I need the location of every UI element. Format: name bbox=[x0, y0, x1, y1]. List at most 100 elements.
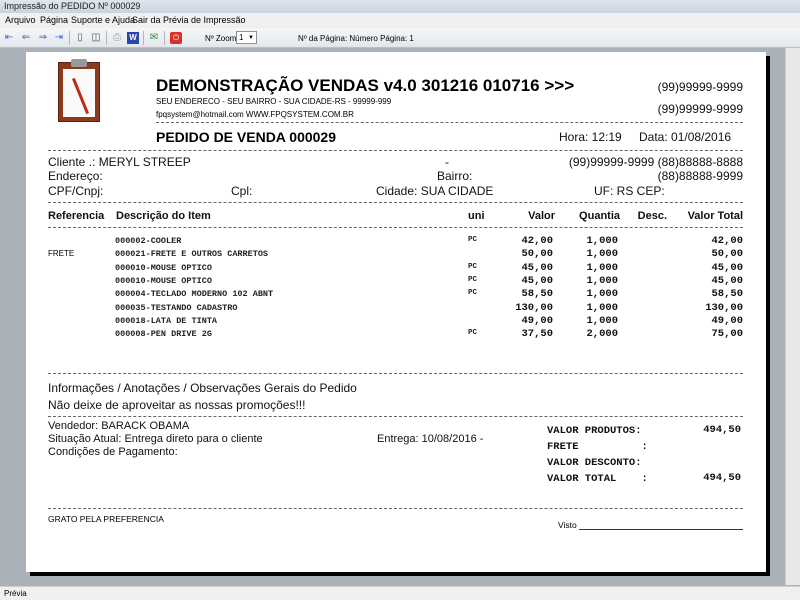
row-ref: FRETE bbox=[48, 249, 75, 259]
row-desc: 000010-MOUSE OPTICO bbox=[115, 262, 212, 273]
total-value: 494,50 bbox=[703, 424, 741, 436]
row-uni: PC bbox=[468, 262, 478, 271]
company-name: DEMONSTRAÇÃO VENDAS v4.0 301216 010716 >… bbox=[156, 76, 575, 95]
company-address: SEU ENDERECO - SEU BAIRRO - SUA CIDADE-R… bbox=[156, 97, 392, 106]
client-dash: - bbox=[445, 155, 449, 169]
row-total: 42,00 bbox=[711, 235, 743, 247]
company-contact: fpqsystem@hotmail.com WWW.FPQSYSTEM.COM.… bbox=[156, 110, 354, 119]
toolbar: ⇤ ⇐ ⇒ ⇥ ▯ ◫ ⎙ W ✉ ⏻ Nº Zoom 1 ▼ Nº da Pág… bbox=[0, 28, 800, 48]
row-total: 130,00 bbox=[705, 301, 743, 314]
total-label: VALOR TOTAL : bbox=[547, 473, 648, 485]
client-cpl: Cpl: bbox=[231, 184, 253, 198]
row-valor: 45,00 bbox=[521, 261, 553, 274]
last-page-icon[interactable]: ⇥ bbox=[53, 32, 65, 44]
row-uni: PC bbox=[468, 289, 478, 298]
next-page-icon[interactable]: ⇒ bbox=[37, 32, 49, 44]
word-export-icon[interactable]: W bbox=[127, 32, 139, 44]
row-desc: 000004-TECLADO MODERNO 102 ABNT bbox=[115, 289, 274, 300]
row-total: 45,00 bbox=[711, 274, 743, 287]
email-icon[interactable]: ✉ bbox=[148, 32, 160, 44]
row-quantia: 2,000 bbox=[586, 328, 618, 341]
order-status: Situação Atual: Entrega direto para o cl… bbox=[48, 433, 263, 445]
vertical-scrollbar[interactable] bbox=[785, 48, 800, 585]
signature-label: Visto bbox=[558, 520, 577, 530]
row-valor: 49,00 bbox=[521, 314, 553, 327]
col-valor: Valor bbox=[528, 210, 555, 222]
row-total: 45,00 bbox=[711, 261, 743, 274]
row-uni: PC bbox=[468, 329, 478, 338]
col-quantia: Quantia bbox=[579, 210, 620, 222]
row-quantia: 1,000 bbox=[586, 288, 618, 301]
order-time: Hora: 12:19 bbox=[559, 130, 622, 144]
col-descricao: Descrição do Item bbox=[116, 210, 211, 222]
row-valor: 130,00 bbox=[515, 301, 553, 314]
clipboard-logo-icon bbox=[58, 59, 100, 122]
client-phones: (99)99999-9999 (88)88888-8888 bbox=[568, 155, 743, 169]
total-label: VALOR DESCONTO: bbox=[547, 457, 642, 469]
row-valor: 45,00 bbox=[521, 274, 553, 287]
print-icon[interactable]: ⎙ bbox=[111, 32, 123, 44]
client-cpf: CPF/Cnpj: bbox=[48, 184, 104, 198]
notes-title: Informações / Anotações / Observações Ge… bbox=[48, 381, 357, 395]
row-quantia: 1,000 bbox=[586, 261, 618, 274]
row-uni: PC bbox=[468, 236, 478, 244]
row-valor: 58,50 bbox=[521, 288, 553, 301]
row-desc: 000010-MOUSE OPTICO bbox=[115, 275, 212, 286]
row-quantia: 1,000 bbox=[586, 301, 618, 314]
notes-text: Não deixe de aproveitar as nossas promoç… bbox=[48, 398, 306, 412]
total-value: 494,50 bbox=[703, 472, 741, 484]
col-valor-total: Valor Total bbox=[687, 210, 743, 222]
total-label: FRETE : bbox=[547, 441, 648, 453]
client-uf-cep: UF: RS CEP: bbox=[594, 184, 665, 198]
first-page-icon[interactable]: ⇤ bbox=[3, 32, 15, 44]
row-total: 75,00 bbox=[711, 328, 743, 341]
row-desc: 000008-PEN DRIVE 2G bbox=[115, 329, 212, 340]
delivery-date: Entrega: 10/08/2016 - bbox=[377, 433, 484, 445]
zoom-select[interactable]: 1 ▼ bbox=[236, 31, 257, 44]
report-page: DEMONSTRAÇÃO VENDAS v4.0 301216 010716 >… bbox=[26, 52, 766, 572]
title-bar: Impressão do PEDIDO Nº 000029 bbox=[0, 0, 800, 13]
menu-suporte[interactable]: Suporte e Ajuda bbox=[71, 13, 135, 28]
row-quantia: 1,000 bbox=[586, 274, 618, 287]
row-valor: 42,00 bbox=[521, 235, 553, 247]
client-bairro: Bairro: bbox=[437, 169, 473, 183]
row-quantia: 1,000 bbox=[586, 235, 618, 247]
col-desc: Desc. bbox=[637, 210, 667, 222]
prev-page-icon[interactable]: ⇐ bbox=[20, 32, 32, 44]
zoom-label: Nº Zoom bbox=[205, 34, 237, 43]
page-number-label: Nº da Página: Número Página: 1 bbox=[298, 34, 414, 43]
row-valor: 37,50 bbox=[521, 328, 553, 341]
status-bar: Prévia bbox=[0, 586, 800, 600]
row-desc: 000035-TESTANDO CADASTRO bbox=[115, 302, 238, 313]
close-preview-icon[interactable]: ⏻ bbox=[170, 32, 182, 44]
row-uni: PC bbox=[468, 275, 478, 284]
client-name: Cliente .: MERYL STREEP bbox=[48, 155, 191, 169]
signature-line bbox=[579, 529, 743, 530]
row-total: 49,00 bbox=[711, 314, 743, 327]
total-label: VALOR PRODUTOS: bbox=[547, 425, 642, 437]
payment-conditions: Condições de Pagamento: bbox=[48, 446, 178, 458]
row-desc: 000002-COOLER bbox=[115, 236, 182, 246]
row-total: 58,50 bbox=[711, 288, 743, 301]
menu-pagina[interactable]: Página bbox=[40, 13, 68, 28]
menu-sair-previa[interactable]: Sair da Prévia de Impressão bbox=[132, 13, 246, 28]
row-desc: 000021-FRETE E OUTROS CARRETOS bbox=[115, 249, 269, 260]
chevron-down-icon: ▼ bbox=[248, 35, 254, 41]
order-title: PEDIDO DE VENDA 000029 bbox=[156, 129, 336, 145]
row-desc: 000018-LATA DE TINTA bbox=[115, 315, 218, 326]
client-city: Cidade: SUA CIDADE bbox=[376, 184, 494, 198]
row-total: 50,00 bbox=[711, 248, 743, 261]
client-address: Endereço: bbox=[48, 169, 103, 183]
client-phone-3: (88)88888-9999 bbox=[657, 169, 743, 183]
thanks-message: GRATO PELA PREFERENCIA bbox=[48, 514, 164, 524]
row-valor: 50,00 bbox=[521, 248, 553, 261]
row-quantia: 1,000 bbox=[586, 248, 618, 261]
company-phone-2: (99)99999-9999 bbox=[657, 102, 743, 116]
menu-bar: Arquivo Página Suporte e Ajuda Sair da P… bbox=[0, 13, 800, 28]
row-quantia: 1,000 bbox=[586, 314, 618, 327]
col-uni: uni bbox=[468, 210, 485, 222]
menu-arquivo[interactable]: Arquivo bbox=[5, 13, 36, 28]
two-pages-icon[interactable]: ◫ bbox=[90, 32, 102, 44]
single-page-icon[interactable]: ▯ bbox=[74, 32, 86, 44]
seller: Vendedor: BARACK OBAMA bbox=[48, 420, 190, 432]
